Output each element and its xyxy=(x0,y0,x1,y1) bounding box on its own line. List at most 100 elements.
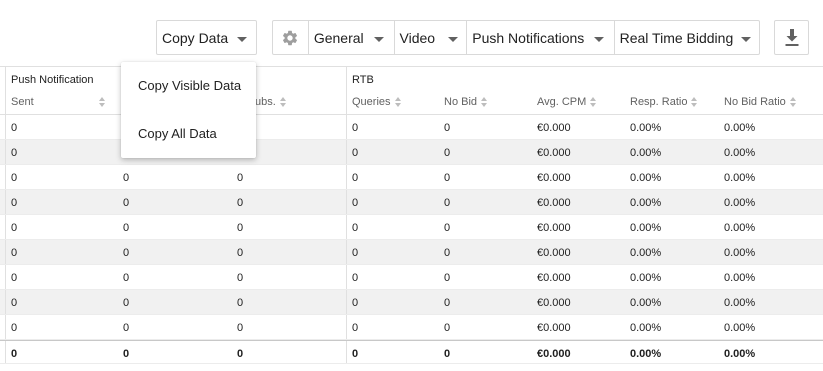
col-header-sent[interactable]: Sent xyxy=(11,96,105,108)
cell-no-bid: 0 xyxy=(444,122,451,134)
cell-queries: 0 xyxy=(352,348,359,360)
column-divider xyxy=(346,240,347,264)
cell-no-bid: 0 xyxy=(444,247,451,259)
cell-no-bid-ratio: 0.00% xyxy=(724,147,756,159)
menu-item-copy-visible-data[interactable]: Copy Visible Data xyxy=(138,78,241,93)
cell-col-2: 0 xyxy=(123,297,130,309)
column-divider xyxy=(346,341,347,363)
cell-avg-cpm: €0.000 xyxy=(537,197,571,209)
dropdown-general[interactable]: General xyxy=(309,21,395,54)
cell-no-bid-ratio: 0.00% xyxy=(724,272,756,284)
cell-subscriptions: 0 xyxy=(237,348,244,360)
cell-no-bid-ratio: 0.00% xyxy=(724,322,756,334)
cell-resp-ratio: 0.00% xyxy=(630,322,662,334)
dropdown-real-time-bidding[interactable]: Real Time Bidding xyxy=(615,21,759,54)
cell-sent: 0 xyxy=(11,247,18,259)
chevron-down-icon xyxy=(447,37,458,42)
cell-col-2: 0 xyxy=(123,172,130,184)
cell-no-bid: 0 xyxy=(444,172,451,184)
column-divider xyxy=(346,190,347,214)
cell-queries: 0 xyxy=(352,322,359,334)
cell-resp-ratio: 0.00% xyxy=(630,122,662,134)
cell-sent: 0 xyxy=(11,122,18,134)
column-divider xyxy=(5,240,6,264)
cell-sent: 0 xyxy=(11,348,18,360)
sort-icon xyxy=(279,97,286,107)
cell-no-bid: 0 xyxy=(444,197,451,209)
cell-col-2: 0 xyxy=(123,322,130,334)
col-header-subscriptions[interactable]: ubs. xyxy=(255,96,286,108)
column-divider xyxy=(5,315,6,339)
column-divider xyxy=(346,165,347,189)
cell-sent: 0 xyxy=(11,272,18,284)
column-divider xyxy=(5,265,6,289)
col-header-sent-label: Sent xyxy=(11,96,34,108)
column-divider xyxy=(346,315,347,339)
dropdown-push-notifications[interactable]: Push Notifications xyxy=(467,21,615,54)
column-divider xyxy=(5,290,6,314)
cell-resp-ratio: 0.00% xyxy=(630,172,662,184)
table-row: 0 0 0 0 0 €0.000 0.00% 0.00% xyxy=(0,315,823,340)
filter-group: General Video Push Notifications Real Ti… xyxy=(272,20,760,55)
table-row: 0 0 0 0 0 €0.000 0.00% 0.00% xyxy=(0,190,823,215)
download-button[interactable] xyxy=(774,20,809,55)
cell-col-2: 0 xyxy=(123,247,130,259)
cell-resp-ratio: 0.00% xyxy=(630,222,662,234)
cell-col-2: 0 xyxy=(123,272,130,284)
col-header-no-bid-ratio[interactable]: No Bid Ratio xyxy=(724,96,796,108)
column-divider xyxy=(346,67,347,114)
cell-no-bid: 0 xyxy=(444,297,451,309)
col-header-resp-ratio[interactable]: Resp. Ratio xyxy=(630,96,698,108)
cell-avg-cpm: €0.000 xyxy=(537,247,571,259)
cell-queries: 0 xyxy=(352,297,359,309)
table-row: 0 0 0 0 0 €0.000 0.00% 0.00% xyxy=(0,240,823,265)
column-divider xyxy=(346,215,347,239)
cell-subscriptions: 0 xyxy=(237,222,244,234)
column-divider xyxy=(5,215,6,239)
col-header-queries[interactable]: Queries xyxy=(352,96,401,108)
table-row: 0 0 0 0 0 €0.000 0.00% 0.00% xyxy=(0,215,823,240)
cell-sent: 0 xyxy=(11,297,18,309)
copy-data-menu: Copy Visible Data Copy All Data xyxy=(121,62,256,158)
cell-resp-ratio: 0.00% xyxy=(630,147,662,159)
dropdown-push-notifications-label: Push Notifications xyxy=(472,29,585,46)
dropdown-video[interactable]: Video xyxy=(395,21,468,54)
cell-subscriptions: 0 xyxy=(237,272,244,284)
cell-no-bid-ratio: 0.00% xyxy=(724,222,756,234)
cell-no-bid-ratio: 0.00% xyxy=(724,197,756,209)
gear-icon xyxy=(283,30,298,45)
cell-subscriptions: 0 xyxy=(237,247,244,259)
sort-icon xyxy=(789,97,796,107)
col-header-avg-cpm[interactable]: Avg. CPM xyxy=(537,96,597,108)
col-header-resp-ratio-label: Resp. Ratio xyxy=(630,96,688,108)
column-divider xyxy=(346,140,347,164)
copy-data-button[interactable]: Copy Data xyxy=(157,21,256,54)
toolbar: Copy Data General Video Push Notificatio… xyxy=(0,0,823,66)
col-header-no-bid-ratio-label: No Bid Ratio xyxy=(724,96,786,108)
col-header-queries-label: Queries xyxy=(352,96,391,108)
column-divider xyxy=(5,67,6,114)
cell-queries: 0 xyxy=(352,247,359,259)
chevron-down-icon xyxy=(237,37,247,42)
menu-item-copy-all-data[interactable]: Copy All Data xyxy=(138,126,217,141)
cell-avg-cpm: €0.000 xyxy=(537,147,571,159)
table-row: 0 0 0 0 0 €0.000 0.00% 0.00% xyxy=(0,290,823,315)
cell-col-2: 0 xyxy=(123,348,130,360)
cell-sent: 0 xyxy=(11,172,18,184)
column-divider xyxy=(346,265,347,289)
col-header-no-bid[interactable]: No Bid xyxy=(444,96,488,108)
cell-col-2: 0 xyxy=(123,222,130,234)
cell-no-bid-ratio: 0.00% xyxy=(724,348,756,360)
cell-resp-ratio: 0.00% xyxy=(630,247,662,259)
cell-queries: 0 xyxy=(352,147,359,159)
cell-col-2: 0 xyxy=(123,197,130,209)
sort-icon xyxy=(98,97,105,107)
settings-button[interactable] xyxy=(273,21,309,54)
cell-sent: 0 xyxy=(11,222,18,234)
cell-no-bid: 0 xyxy=(444,222,451,234)
cell-queries: 0 xyxy=(352,272,359,284)
cell-no-bid-ratio: 0.00% xyxy=(724,172,756,184)
sort-icon xyxy=(590,97,597,107)
column-divider xyxy=(5,140,6,164)
cell-avg-cpm: €0.000 xyxy=(537,222,571,234)
